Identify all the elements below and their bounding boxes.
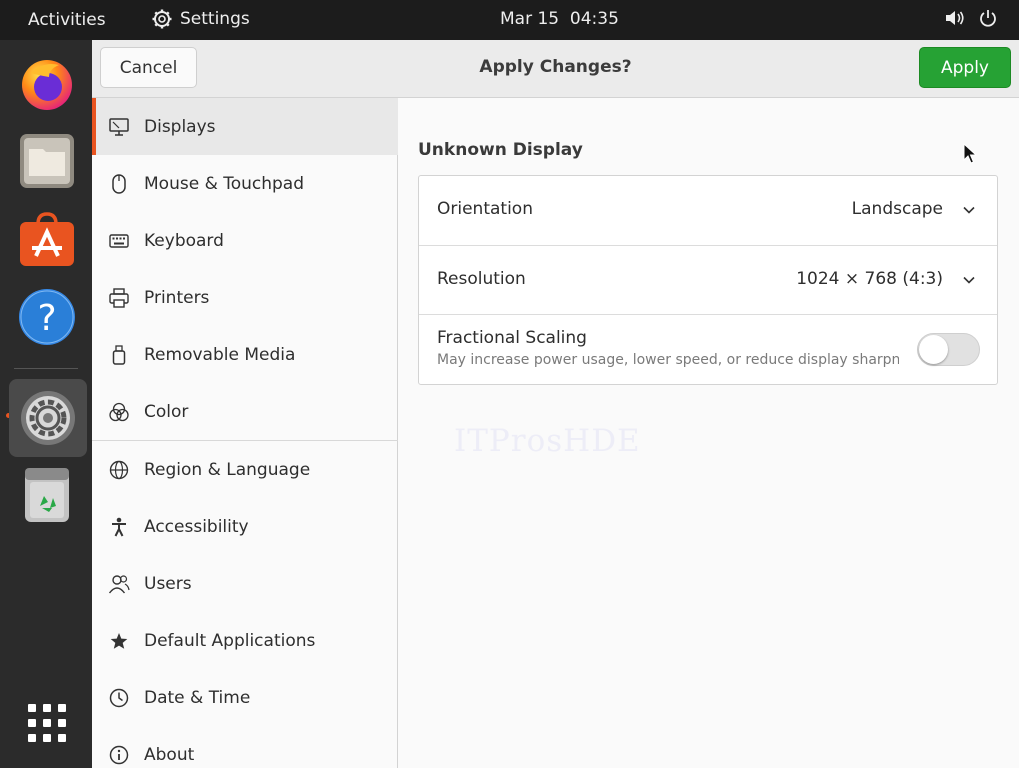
- sidebar-item-label: About: [144, 744, 195, 765]
- keyboard-icon: [108, 230, 130, 252]
- sidebar-item-label: Users: [144, 573, 192, 594]
- dialog-title: Apply Changes?: [479, 57, 632, 77]
- volume-icon[interactable]: [945, 9, 965, 27]
- orientation-value: Landscape: [851, 199, 943, 219]
- sidebar-item-label: Displays: [144, 116, 216, 137]
- sidebar-item-label: Region & Language: [144, 459, 311, 480]
- orientation-label: Orientation: [437, 199, 533, 219]
- sidebar-item-label: Mouse & Touchpad: [144, 173, 305, 194]
- resolution-value: 1024 × 768 (4:3): [796, 269, 943, 289]
- files-icon: [20, 134, 74, 188]
- sidebar-item-label: Printers: [144, 287, 210, 308]
- mouse-pointer-icon: [963, 143, 977, 164]
- fractional-scaling-label: Fractional Scaling: [437, 328, 587, 348]
- sidebar-item-keyboard[interactable]: Keyboard: [92, 212, 398, 269]
- fractional-scaling-row: Fractional Scaling May increase power us…: [419, 314, 997, 383]
- sidebar-item-removable-media[interactable]: Removable Media: [92, 326, 398, 383]
- orientation-row[interactable]: Orientation Landscape: [419, 176, 997, 245]
- display-heading: Unknown Display: [418, 140, 583, 160]
- apply-button[interactable]: Apply: [919, 47, 1011, 88]
- star-icon: [108, 630, 130, 652]
- system-tray[interactable]: [945, 9, 997, 27]
- dock-files[interactable]: [12, 126, 82, 196]
- chevron-down-icon: [963, 276, 975, 284]
- sidebar-item-label: Date & Time: [144, 687, 251, 708]
- dock-trash[interactable]: [12, 460, 82, 530]
- trash-icon: [25, 468, 69, 522]
- sidebar-item-label: Color: [144, 401, 189, 422]
- clock[interactable]: Mar 15 04:35: [500, 9, 619, 29]
- sidebar-item-users[interactable]: Users: [92, 555, 398, 612]
- show-apps-icon: [28, 704, 66, 742]
- sidebar-item-printers[interactable]: Printers: [92, 269, 398, 326]
- mouse-icon: [108, 173, 130, 195]
- app-menu-label: Settings: [180, 9, 250, 29]
- activities-button[interactable]: Activities: [28, 10, 106, 30]
- firefox-icon: [22, 60, 72, 110]
- fractional-scaling-toggle[interactable]: [917, 333, 980, 366]
- dock-app-center[interactable]: [12, 204, 82, 274]
- sidebar-item-mouse-touchpad[interactable]: Mouse & Touchpad: [92, 155, 398, 212]
- sidebar-item-about[interactable]: About: [92, 726, 398, 768]
- dock: ?: [0, 40, 92, 768]
- toggle-knob: [919, 335, 948, 364]
- sidebar-item-accessibility[interactable]: Accessibility: [92, 498, 398, 555]
- dock-show-apps[interactable]: [12, 688, 82, 758]
- settings-window: Cancel Apply Changes? Apply Displays Mou…: [92, 40, 1019, 768]
- color-icon: [108, 401, 130, 423]
- power-icon[interactable]: [979, 9, 997, 27]
- resolution-label: Resolution: [437, 269, 526, 289]
- sidebar-item-label: Accessibility: [144, 516, 249, 537]
- display-icon: [108, 116, 130, 138]
- printer-icon: [108, 287, 130, 309]
- dock-firefox[interactable]: [12, 48, 82, 118]
- app-menu[interactable]: Settings: [152, 9, 250, 29]
- gear-icon: [152, 9, 172, 29]
- settings-icon: [21, 391, 75, 445]
- sidebar: Displays Mouse & Touchpad Keyboard Print…: [92, 98, 398, 768]
- app-center-icon: [20, 212, 74, 266]
- header-bar: Cancel Apply Changes? Apply: [92, 40, 1019, 98]
- dock-settings[interactable]: [9, 379, 87, 457]
- sidebar-item-label: Removable Media: [144, 344, 296, 365]
- top-bar: Activities Settings Mar 15 04:35: [0, 0, 1019, 40]
- accessibility-icon: [108, 516, 130, 538]
- sidebar-item-color[interactable]: Color: [92, 383, 398, 440]
- sidebar-item-displays[interactable]: Displays: [92, 98, 398, 155]
- fractional-scaling-description: May increase power usage, lower speed, o…: [437, 352, 899, 368]
- sidebar-item-label: Default Applications: [144, 630, 316, 651]
- resolution-row[interactable]: Resolution 1024 × 768 (4:3): [419, 245, 997, 314]
- svg-text:?: ?: [37, 298, 56, 339]
- clock-icon: [108, 687, 130, 709]
- info-icon: [108, 744, 130, 766]
- globe-icon: [108, 459, 130, 481]
- sidebar-item-default-applications[interactable]: Default Applications: [92, 612, 398, 669]
- help-icon: ?: [19, 289, 75, 345]
- users-icon: [108, 573, 130, 595]
- sidebar-item-label: Keyboard: [144, 230, 224, 251]
- chevron-down-icon: [963, 206, 975, 214]
- dock-help[interactable]: ?: [12, 282, 82, 352]
- watermark: ITProsHDE: [454, 423, 641, 459]
- displays-panel: Unknown Display Orientation Landscape Re…: [399, 98, 1019, 768]
- usb-drive-icon: [108, 344, 130, 366]
- dock-separator: [14, 368, 78, 369]
- sidebar-item-region-language[interactable]: Region & Language: [92, 441, 398, 498]
- sidebar-item-date-time[interactable]: Date & Time: [92, 669, 398, 726]
- display-settings-list: Orientation Landscape Resolution 1024 × …: [418, 175, 998, 385]
